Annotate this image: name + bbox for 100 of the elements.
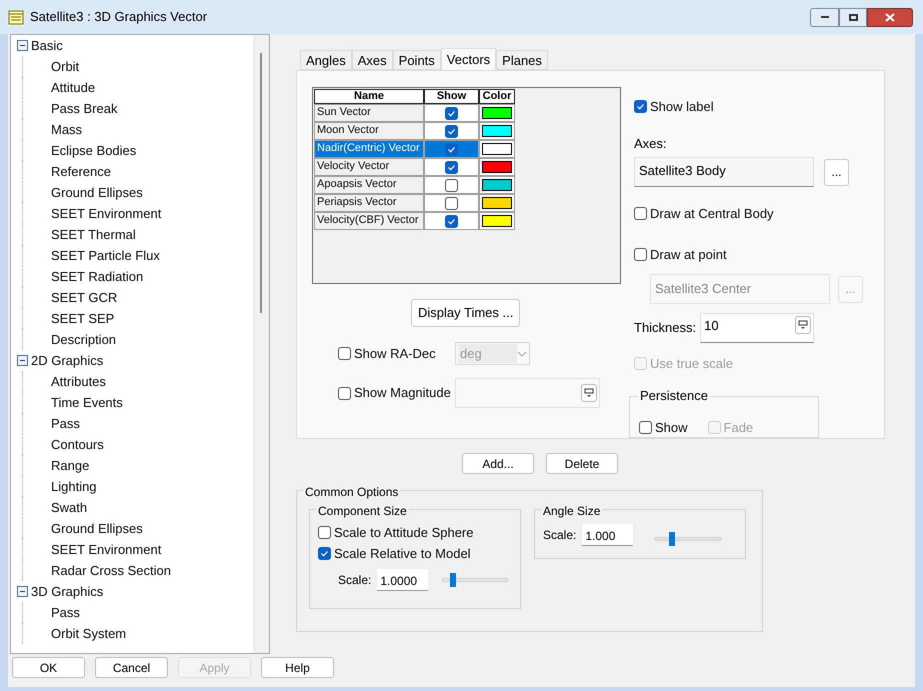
tree-item[interactable]: SEET SEP <box>51 308 114 328</box>
dialog-button[interactable]: OK <box>12 657 85 678</box>
collapse-icon[interactable] <box>17 40 28 51</box>
checkbox[interactable] <box>445 160 458 174</box>
slider-thumb[interactable] <box>450 573 456 587</box>
tree-item[interactable]: Pass Break <box>51 98 118 118</box>
tree-item[interactable]: 3D Graphics <box>31 582 104 602</box>
color-swatch[interactable] <box>482 179 512 191</box>
check-mark-icon <box>447 216 456 226</box>
tree-item[interactable]: Range <box>51 456 90 476</box>
thickness-field[interactable]: 10 <box>700 313 814 343</box>
color-swatch[interactable] <box>482 161 512 173</box>
table-cell[interactable]: Periapsis Vector <box>314 194 424 212</box>
checkbox-label: Fade <box>724 418 754 436</box>
checkbox-label: Scale Relative to Model <box>334 544 471 563</box>
tree-item[interactable]: Attitude <box>51 78 96 98</box>
tree-item[interactable]: Pass <box>51 602 80 622</box>
column-header[interactable]: Color <box>479 89 515 104</box>
close-icon <box>885 12 895 22</box>
table-cell[interactable]: Apoapsis Vector <box>314 176 424 194</box>
close-button[interactable] <box>867 8 913 26</box>
checkbox[interactable] <box>639 420 652 434</box>
table-cell[interactable]: Velocity Vector <box>314 158 424 176</box>
tree-item[interactable]: SEET Particle Flux <box>51 246 160 266</box>
spin-icon[interactable] <box>795 316 812 334</box>
tree-item[interactable]: Eclipse Bodies <box>51 140 136 160</box>
checkbox[interactable] <box>634 248 647 261</box>
column-header[interactable]: Show <box>424 89 479 104</box>
checkbox[interactable] <box>634 207 647 220</box>
display-times-button[interactable]: Display Times ... <box>411 299 520 327</box>
field-label: Scale: <box>338 572 372 589</box>
tree-item[interactable]: Orbit <box>51 56 80 76</box>
axes-field[interactable]: Satellite3 Body <box>634 157 814 187</box>
tree-item[interactable]: Mass <box>51 120 82 140</box>
tree-item[interactable]: Contours <box>51 434 104 454</box>
checkbox[interactable] <box>445 106 458 120</box>
minimize-button[interactable] <box>810 8 839 26</box>
checkbox-label: Show label <box>650 98 714 116</box>
tab[interactable]: Planes <box>496 50 548 70</box>
tree-item[interactable]: Description <box>51 330 116 350</box>
scale-field[interactable]: 1.000 <box>582 524 634 546</box>
tree-item[interactable]: SEET Radiation <box>51 266 144 286</box>
tree-item[interactable]: Orbit System <box>51 624 126 644</box>
browse-button[interactable]: ... <box>824 158 849 186</box>
tree-item[interactable]: 2D Graphics <box>31 350 104 370</box>
collapse-icon[interactable] <box>17 355 28 366</box>
checkbox[interactable] <box>445 178 458 192</box>
table-cell[interactable]: Velocity(CBF) Vector <box>314 212 424 230</box>
spin-icon[interactable] <box>580 384 597 402</box>
checkbox[interactable] <box>318 526 331 539</box>
tree-item[interactable]: Time Events <box>51 392 123 412</box>
table-cell[interactable]: Sun Vector <box>314 104 424 122</box>
tree-item[interactable]: Lighting <box>51 476 97 496</box>
scrollbar[interactable] <box>253 35 269 653</box>
slider[interactable] <box>655 532 722 546</box>
color-swatch[interactable] <box>482 125 512 137</box>
slider-thumb[interactable] <box>668 532 675 546</box>
table-cell[interactable]: Nadir(Centric) Vector <box>314 140 424 158</box>
checkbox[interactable] <box>634 100 647 114</box>
tree-item[interactable]: Swath <box>51 498 88 518</box>
checkbox[interactable] <box>318 547 331 560</box>
dialog-button[interactable]: Cancel <box>95 657 168 678</box>
scale-field[interactable]: 1.0000 <box>377 569 428 591</box>
color-swatch[interactable] <box>482 143 512 155</box>
checkbox-label: Show Magnitude <box>354 384 451 402</box>
tree-item[interactable]: Radar Cross Section <box>51 560 171 580</box>
tree-item[interactable]: SEET Environment <box>51 540 162 560</box>
checkbox[interactable] <box>445 214 458 228</box>
tree-item[interactable]: Pass <box>51 414 80 434</box>
slider[interactable] <box>442 573 508 587</box>
color-swatch[interactable] <box>482 107 512 119</box>
tab[interactable]: Angles <box>300 50 352 70</box>
tree-item[interactable]: Ground Ellipses <box>51 182 143 202</box>
tree-item[interactable]: Attributes <box>51 372 106 392</box>
tab[interactable]: Vectors <box>440 48 496 70</box>
tree-item[interactable]: SEET Thermal <box>51 224 136 244</box>
tree-item[interactable]: SEET Environment <box>51 204 162 224</box>
tree-item[interactable]: Basic <box>31 36 63 56</box>
collapse-icon[interactable] <box>17 586 28 597</box>
checkbox[interactable] <box>445 142 458 156</box>
checkbox[interactable] <box>338 347 351 360</box>
maximize-button[interactable] <box>839 8 867 26</box>
check-mark-icon <box>320 549 329 558</box>
tab[interactable]: Points <box>392 50 441 70</box>
tree-item[interactable]: Reference <box>51 162 111 182</box>
table-cell[interactable]: Moon Vector <box>314 122 424 140</box>
color-swatch[interactable] <box>482 215 512 227</box>
tree-item[interactable]: Ground Ellipses <box>51 518 143 538</box>
checkbox[interactable] <box>338 386 351 400</box>
tree-item[interactable]: SEET GCR <box>51 288 118 308</box>
add-button[interactable]: Add... <box>462 453 534 474</box>
column-header[interactable]: Name <box>314 89 424 104</box>
tab[interactable]: Axes <box>352 50 393 70</box>
checkbox[interactable] <box>445 196 458 210</box>
color-swatch[interactable] <box>482 197 512 209</box>
checkbox[interactable] <box>445 124 458 138</box>
delete-button[interactable]: Delete <box>546 453 618 474</box>
checkbox-label: Show RA-Dec <box>354 344 436 363</box>
dialog-button[interactable]: Help <box>261 657 334 678</box>
magnitude-field[interactable] <box>454 378 600 408</box>
